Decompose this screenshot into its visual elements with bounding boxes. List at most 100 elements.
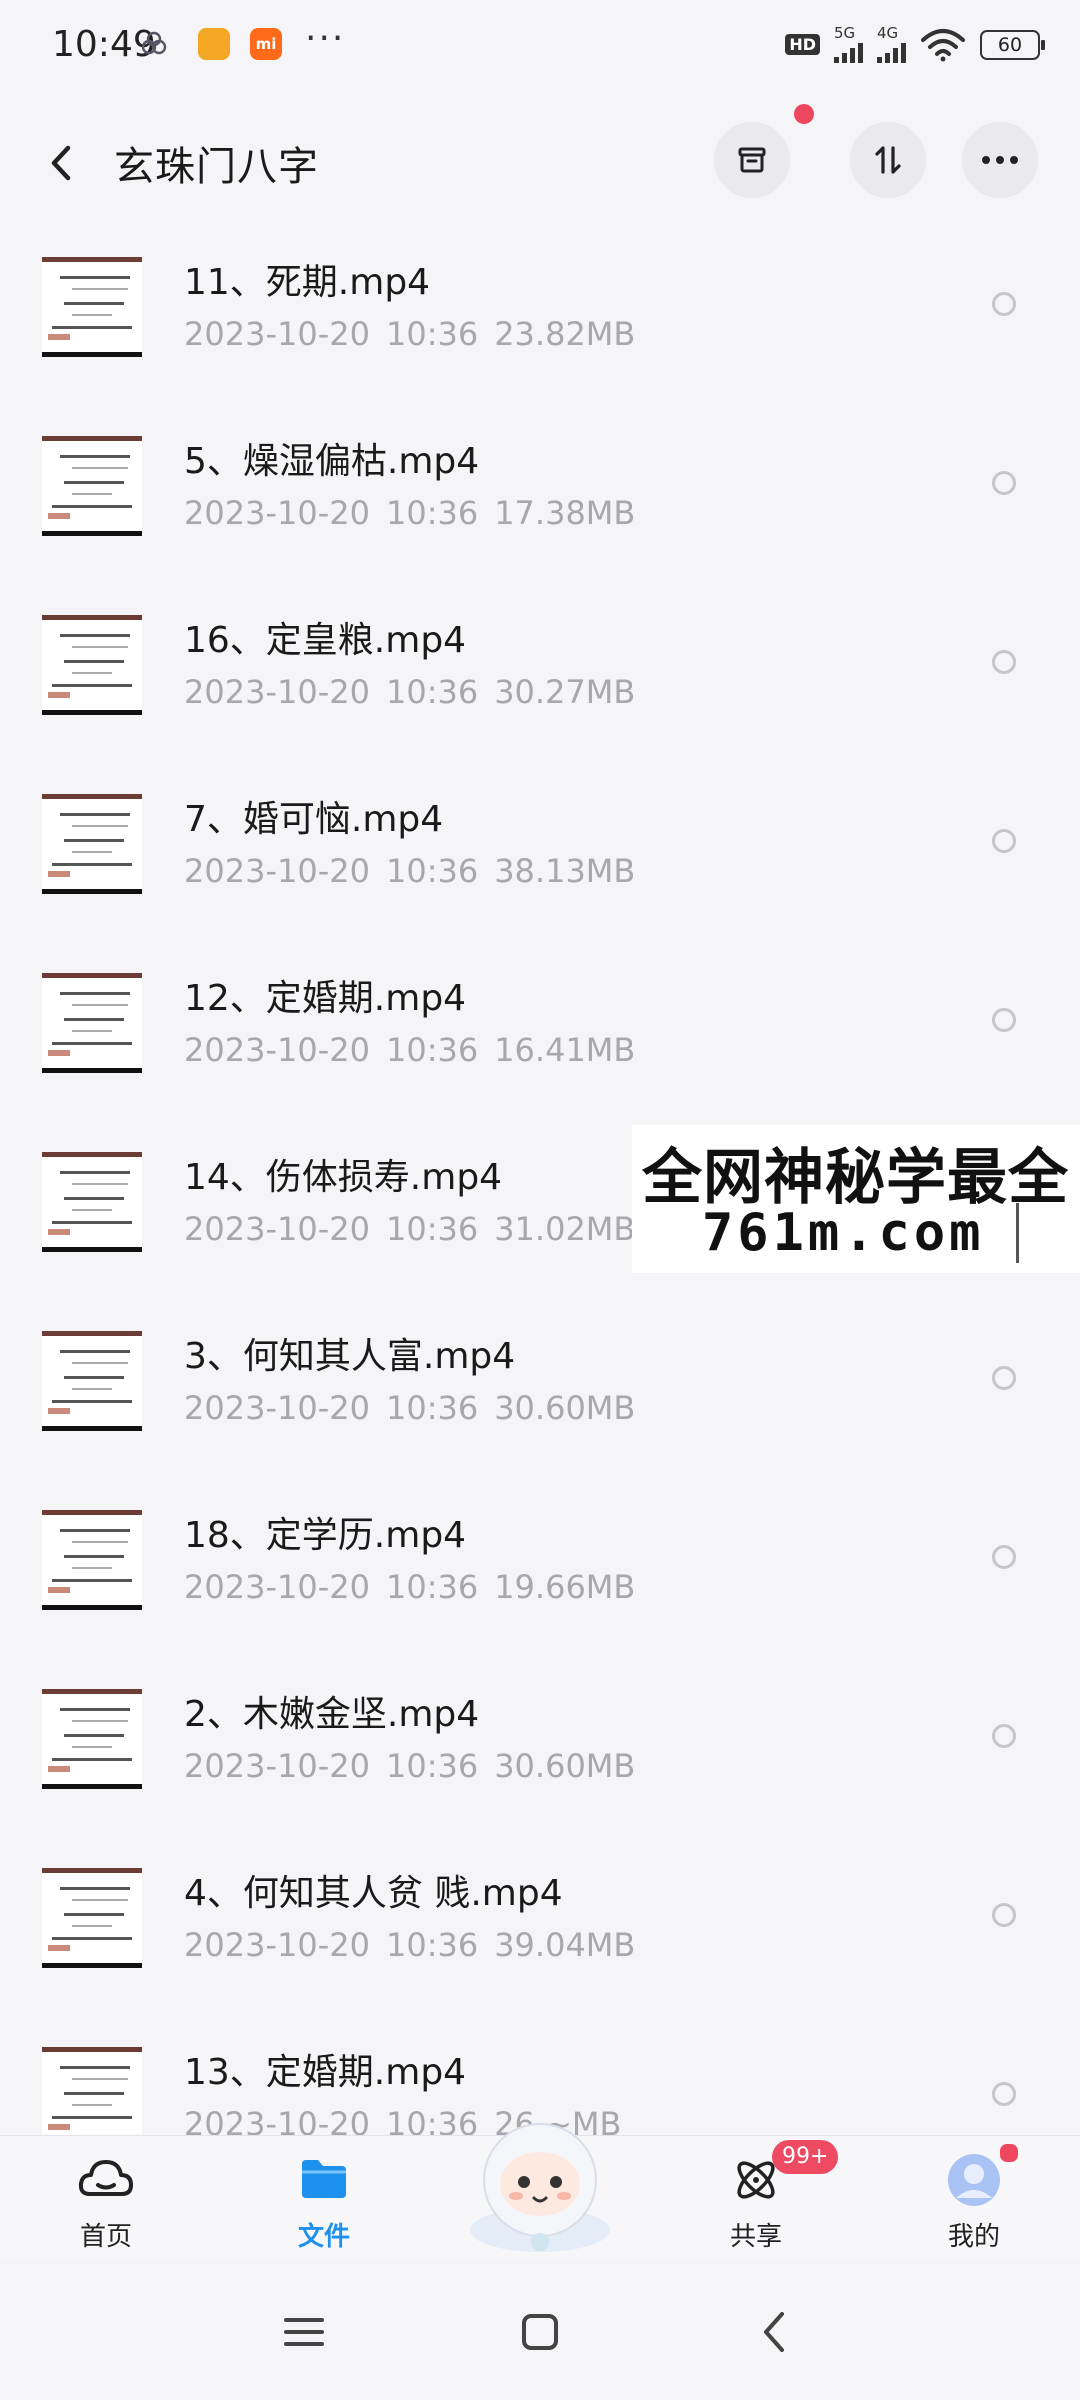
menu-icon[interactable] bbox=[274, 2302, 334, 2362]
file-date: 2023-10-20 bbox=[184, 1210, 370, 1248]
file-date: 2023-10-20 bbox=[184, 1389, 370, 1427]
select-radio[interactable] bbox=[992, 1545, 1016, 1569]
file-name: 11、死期.mp4 bbox=[184, 262, 431, 303]
sort-button[interactable] bbox=[850, 122, 926, 198]
network-5g-label: 5G bbox=[834, 24, 856, 42]
profile-notification-dot bbox=[998, 2142, 1020, 2164]
notes-app-icon bbox=[198, 28, 230, 60]
file-row[interactable]: 4、何知其人贫 贱.mp4 2023-10-20 10:36 39.04MB bbox=[0, 1856, 1080, 2035]
sort-icon bbox=[875, 146, 901, 174]
file-row[interactable]: 12、定婚期.mp4 2023-10-20 10:36 16.41MB bbox=[0, 961, 1080, 1140]
file-row[interactable]: 7、婚可恼.mp4 2023-10-20 10:36 38.13MB bbox=[0, 782, 1080, 961]
file-size: 30.27MB bbox=[494, 673, 636, 711]
video-thumbnail bbox=[42, 1510, 142, 1610]
file-size: 31.02MB bbox=[494, 1210, 636, 1248]
network-4g-label: 4G bbox=[877, 24, 899, 42]
video-thumbnail bbox=[42, 2047, 142, 2135]
file-row[interactable]: 3、何知其人富.mp4 2023-10-20 10:36 30.60MB bbox=[0, 1319, 1080, 1498]
file-meta: 2023-10-20 10:36 39.04MB bbox=[184, 1926, 635, 1964]
hd-icon: HD bbox=[785, 34, 820, 55]
file-name: 14、伤体损寿.mp4 bbox=[184, 1157, 503, 1198]
page-title: 玄珠门八字 bbox=[114, 144, 319, 190]
file-time: 10:36 bbox=[385, 315, 479, 353]
more-notifications-icon: ··· bbox=[305, 18, 346, 59]
file-time: 10:36 bbox=[385, 1389, 479, 1427]
video-thumbnail bbox=[42, 1689, 142, 1789]
select-radio[interactable] bbox=[992, 1008, 1016, 1032]
watermark-cursor-bar bbox=[1016, 1203, 1019, 1263]
video-thumbnail bbox=[42, 973, 142, 1073]
more-options-button[interactable] bbox=[962, 122, 1038, 198]
nav-home-label: 首页 bbox=[79, 2222, 132, 2252]
select-radio[interactable] bbox=[992, 650, 1016, 674]
file-meta: 2023-10-20 10:36 17.38MB bbox=[184, 494, 635, 532]
file-name: 4、何知其人贫 贱.mp4 bbox=[184, 1873, 563, 1914]
select-radio[interactable] bbox=[992, 1724, 1016, 1748]
nav-me[interactable]: 我的 bbox=[894, 2136, 1054, 2261]
file-date: 2023-10-20 bbox=[184, 1926, 370, 1964]
nav-home[interactable]: 首页 bbox=[26, 2136, 186, 2261]
mascot-assistant-icon[interactable] bbox=[452, 2110, 628, 2260]
file-time: 10:36 bbox=[385, 1031, 479, 1069]
watermark-line-2: 761m.com bbox=[702, 1203, 985, 1263]
file-row[interactable]: 16、定皇粮.mp4 2023-10-20 10:36 30.27MB bbox=[0, 603, 1080, 782]
file-row[interactable]: 11、死期.mp4 2023-10-20 10:36 23.82MB bbox=[0, 245, 1080, 424]
nav-files[interactable]: 文件 bbox=[244, 2136, 404, 2261]
video-thumbnail bbox=[42, 1868, 142, 1968]
file-size: 30.60MB bbox=[494, 1389, 636, 1427]
video-thumbnail bbox=[42, 794, 142, 894]
file-date: 2023-10-20 bbox=[184, 1747, 370, 1785]
file-name: 13、定婚期.mp4 bbox=[184, 2052, 467, 2093]
file-time: 10:36 bbox=[385, 852, 479, 890]
file-meta: 2023-10-20 10:36 38.13MB bbox=[184, 852, 635, 890]
file-date: 2023-10-20 bbox=[184, 2105, 370, 2135]
cloud-app-icon bbox=[141, 31, 167, 55]
file-name: 3、何知其人富.mp4 bbox=[184, 1336, 516, 1377]
file-name: 5、燥湿偏枯.mp4 bbox=[184, 441, 480, 482]
file-meta: 2023-10-20 10:36 30.60MB bbox=[184, 1389, 635, 1427]
file-row[interactable]: 18、定学历.mp4 2023-10-20 10:36 19.66MB bbox=[0, 1498, 1080, 1677]
video-thumbnail bbox=[42, 615, 142, 715]
file-date: 2023-10-20 bbox=[184, 1568, 370, 1606]
archive-button[interactable] bbox=[714, 122, 790, 198]
file-row[interactable]: 2、木嫩金坚.mp4 2023-10-20 10:36 30.60MB bbox=[0, 1677, 1080, 1856]
home-square-icon[interactable] bbox=[510, 2302, 570, 2362]
nav-share-label: 共享 bbox=[729, 2222, 782, 2252]
file-meta: 2023-10-20 10:36 19.66MB bbox=[184, 1568, 635, 1606]
video-thumbnail bbox=[42, 1152, 142, 1252]
file-size: 38.13MB bbox=[494, 852, 636, 890]
share-count-badge: 99+ bbox=[772, 2140, 839, 2174]
folder-icon bbox=[302, 2160, 346, 2198]
file-name: 2、木嫩金坚.mp4 bbox=[184, 1694, 480, 1735]
file-meta: 2023-10-20 10:36 30.60MB bbox=[184, 1747, 635, 1785]
select-radio[interactable] bbox=[992, 292, 1016, 316]
mi-app-icon: mi bbox=[250, 28, 282, 60]
select-radio[interactable] bbox=[992, 471, 1016, 495]
archive-icon bbox=[738, 147, 766, 173]
file-size: 23.82MB bbox=[494, 315, 636, 353]
system-back-icon[interactable] bbox=[746, 2302, 806, 2362]
back-arrow-icon[interactable] bbox=[42, 138, 82, 188]
file-date: 2023-10-20 bbox=[184, 494, 370, 532]
video-thumbnail bbox=[42, 436, 142, 536]
select-radio[interactable] bbox=[992, 829, 1016, 853]
file-name: 18、定学历.mp4 bbox=[184, 1515, 467, 1556]
file-size: 16.41MB bbox=[494, 1031, 636, 1069]
file-meta: 2023-10-20 10:36 16.41MB bbox=[184, 1031, 635, 1069]
more-horizontal-icon bbox=[982, 156, 1018, 164]
notification-dot bbox=[794, 104, 814, 124]
app-header: 玄珠门八字 bbox=[0, 104, 1080, 220]
file-meta: 2023-10-20 10:36 30.27MB bbox=[184, 673, 635, 711]
nav-files-label: 文件 bbox=[297, 2222, 350, 2252]
wifi-icon bbox=[921, 28, 965, 61]
select-radio[interactable] bbox=[992, 1903, 1016, 1927]
file-meta: 2023-10-20 10:36 31.02MB bbox=[184, 1210, 635, 1248]
avatar-icon bbox=[948, 2154, 1000, 2206]
file-time: 10:36 bbox=[385, 1568, 479, 1606]
file-row[interactable]: 5、燥湿偏枯.mp4 2023-10-20 10:36 17.38MB bbox=[0, 424, 1080, 603]
select-radio[interactable] bbox=[992, 1366, 1016, 1390]
select-radio[interactable] bbox=[992, 2082, 1016, 2106]
file-size: 17.38MB bbox=[494, 494, 636, 532]
video-thumbnail bbox=[42, 257, 142, 357]
battery-icon: 60 bbox=[980, 29, 1045, 60]
